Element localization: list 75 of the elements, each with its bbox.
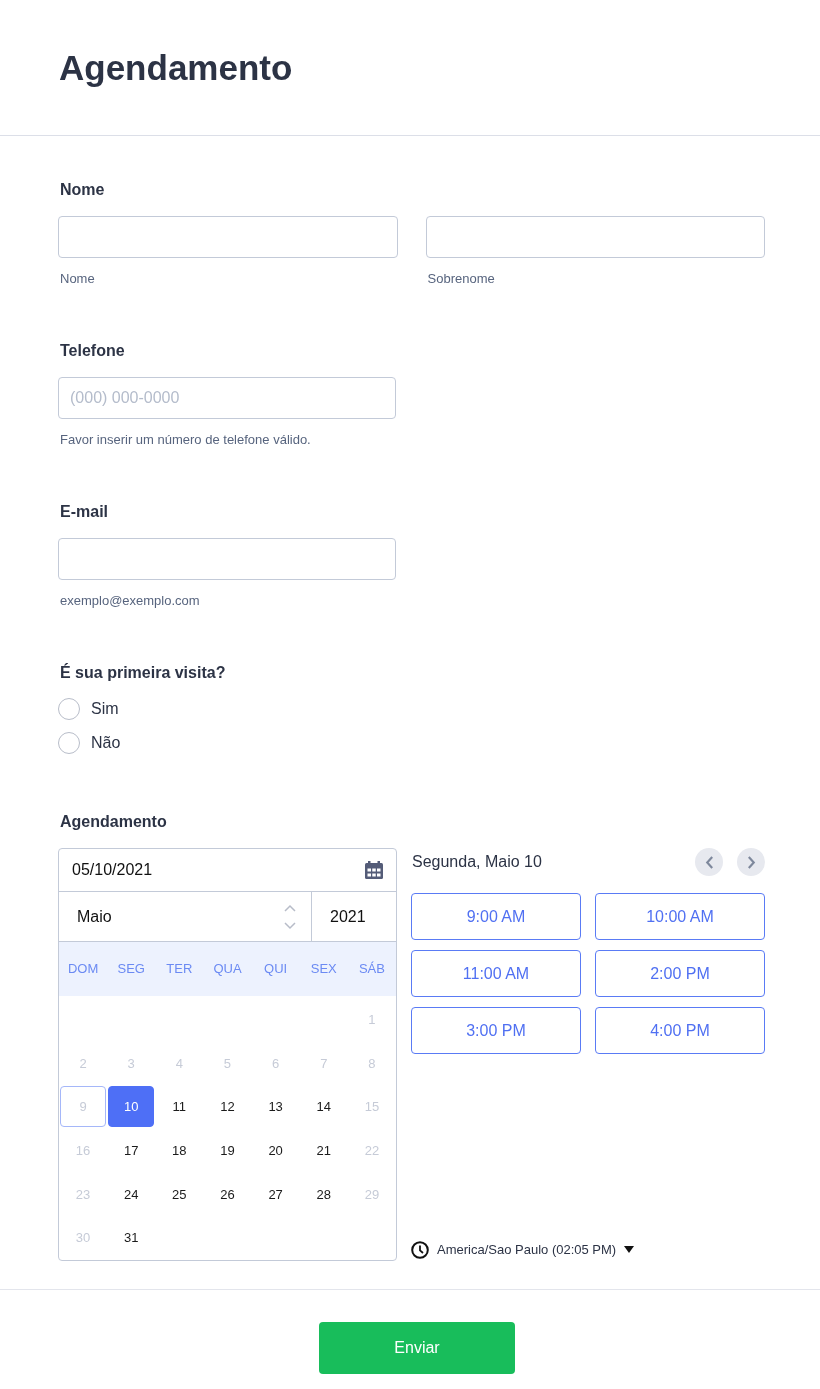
caret-icon[interactable]	[624, 1246, 635, 1254]
calendar-day[interactable]: 31	[108, 1217, 155, 1259]
time-slot-button[interactable]: 2:00 PM	[595, 950, 765, 997]
year-field[interactable]: 2021	[330, 904, 396, 929]
weekday-label: SEX	[310, 961, 337, 977]
calendar-day: 6	[252, 1042, 299, 1084]
calendar-icon[interactable]	[365, 861, 383, 879]
calendar-day: 5	[204, 1042, 251, 1084]
selected-day-heading: Segunda, Maio 10	[411, 852, 542, 872]
calendar-day: 7	[300, 1042, 347, 1084]
question-label: É sua primeira visita?	[60, 663, 227, 683]
calendar-day: 30	[60, 1217, 107, 1259]
field-sublabel: Nome	[60, 271, 96, 287]
weekday-label: SEG	[117, 961, 145, 977]
weekday-label: QUA	[213, 961, 242, 977]
field-label: E-mail	[60, 502, 109, 522]
spinner-icon[interactable]	[284, 903, 296, 930]
calendar-day[interactable]: 19	[204, 1130, 251, 1172]
calendar-day: 15	[348, 1086, 395, 1128]
radio-button[interactable]	[58, 698, 80, 720]
calendar-day[interactable]: 12	[204, 1086, 251, 1128]
calendar-day[interactable]: 13	[252, 1086, 299, 1128]
calendar-day: 1	[348, 999, 395, 1041]
calendar-day: 8	[348, 1042, 395, 1084]
calendar-day[interactable]: 26	[204, 1173, 251, 1215]
time-slot-button[interactable]: 10:00 AM	[595, 893, 765, 940]
date-input[interactable]: 05/10/2021	[72, 858, 365, 882]
field-sublabel: exemplo@exemplo.com	[60, 593, 201, 609]
calendar-day: 29	[348, 1173, 395, 1215]
calendar-day[interactable]: 11	[156, 1086, 203, 1128]
calendar-day: 4	[156, 1042, 203, 1084]
calendar-day: 9	[60, 1086, 107, 1128]
name-input[interactable]	[425, 216, 765, 258]
calendar-day[interactable]: 24	[108, 1173, 155, 1215]
weekday-label: DOM	[67, 961, 99, 977]
calendar-day[interactable]: 18	[156, 1130, 203, 1172]
calendar-day[interactable]: 27	[252, 1173, 299, 1215]
previous-day-button[interactable]	[695, 848, 723, 876]
calendar-day[interactable]: 20	[252, 1130, 299, 1172]
calendar-day[interactable]: 25	[156, 1173, 203, 1215]
field-sublabel: Sobrenome	[427, 271, 496, 287]
email-input[interactable]	[58, 538, 396, 580]
name-input[interactable]	[58, 216, 398, 258]
weekday-label: SÁB	[358, 961, 385, 977]
calendar-day[interactable]: 17	[108, 1130, 155, 1172]
phone-input[interactable]: (000) 000-0000	[58, 377, 396, 419]
next-day-button[interactable]	[737, 848, 765, 876]
field-label: Telefone	[60, 341, 126, 361]
month-field[interactable]: Maio	[77, 904, 284, 929]
time-slot-button[interactable]: 9:00 AM	[411, 893, 581, 940]
time-slot-button[interactable]: 11:00 AM	[411, 950, 581, 997]
calendar-day: 22	[348, 1130, 395, 1172]
option-label[interactable]: Sim	[91, 699, 119, 719]
clock-icon	[411, 1240, 429, 1259]
calendar-day: 3	[108, 1042, 155, 1084]
time-slot-button[interactable]: 3:00 PM	[411, 1007, 581, 1054]
calendar-day: 16	[60, 1130, 107, 1172]
calendar-day: 23	[60, 1173, 107, 1215]
calendar-day[interactable]: 10	[108, 1086, 155, 1128]
weekday-label: QUI	[264, 961, 288, 977]
weekday-label: TER	[166, 961, 193, 977]
chevron-left-icon	[704, 855, 714, 869]
time-slot-button[interactable]: 4:00 PM	[595, 1007, 765, 1054]
calendar-day[interactable]: 14	[300, 1086, 347, 1128]
field-label: Agendamento	[60, 812, 168, 832]
calendar-day: 2	[60, 1042, 107, 1084]
timezone-select[interactable]: America/Sao Paulo (02:05 PM)	[437, 1241, 617, 1258]
option-label[interactable]: Não	[91, 733, 121, 753]
field-hint: Favor inserir um número de telefone válido.	[60, 432, 312, 448]
radio-button[interactable]	[58, 732, 80, 754]
form-title: Agendamento	[59, 46, 293, 89]
calendar-day[interactable]: 21	[300, 1130, 347, 1172]
field-label: Nome	[60, 180, 106, 200]
calendar-day[interactable]: 28	[300, 1173, 347, 1215]
chevron-right-icon	[746, 855, 756, 869]
